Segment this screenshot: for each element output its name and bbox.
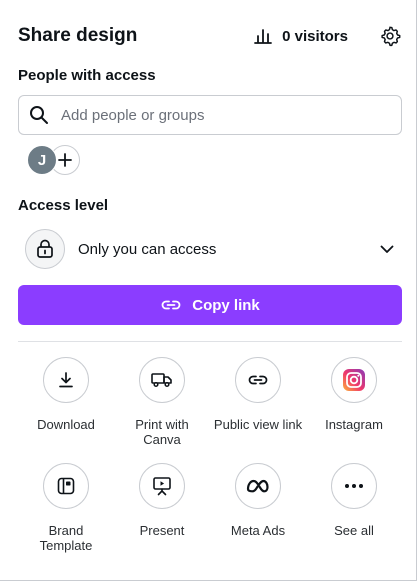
copy-link-label: Copy link: [192, 296, 260, 314]
download-option[interactable]: Download: [18, 357, 114, 432]
see-all-label: See all: [334, 523, 374, 538]
brand-template-label: Brand Template: [39, 523, 93, 553]
public-view-link-option[interactable]: Public view link: [210, 357, 306, 432]
meta-ads-label: Meta Ads: [230, 523, 286, 538]
link-icon: [161, 300, 181, 310]
download-label: Download: [37, 417, 95, 432]
lock-icon: [25, 229, 65, 269]
link-icon: [235, 357, 281, 403]
divider: [18, 341, 402, 342]
avatar[interactable]: J: [27, 145, 57, 175]
share-panel: Share design 0 visitors People with acce…: [0, 0, 417, 581]
meta-icon: [235, 463, 281, 509]
visitors-counter[interactable]: 0 visitors: [254, 28, 348, 45]
chevron-down-icon: [379, 241, 395, 257]
instagram-label: Instagram: [325, 417, 383, 432]
more-icon: [331, 463, 377, 509]
brand-template-option[interactable]: Brand Template: [18, 463, 114, 553]
gear-icon[interactable]: [378, 24, 402, 48]
print-with-canva-option[interactable]: Print with Canva: [114, 357, 210, 447]
copy-link-button[interactable]: Copy link: [18, 285, 402, 325]
print-with-canva-label: Print with Canva: [135, 417, 189, 447]
present-label: Present: [139, 523, 185, 538]
people-search-box[interactable]: [18, 95, 402, 135]
see-all-option[interactable]: See all: [306, 463, 402, 538]
truck-icon: [139, 357, 185, 403]
people-search-input[interactable]: [59, 105, 363, 125]
meta-ads-option[interactable]: Meta Ads: [210, 463, 306, 538]
download-icon: [43, 357, 89, 403]
visitors-label: 0 visitors: [282, 27, 348, 45]
bar-chart-icon: [254, 29, 273, 44]
collaborator-avatars: J: [27, 145, 87, 175]
panel-title: Share design: [18, 25, 138, 46]
access-level-label: Access level: [18, 197, 109, 214]
instagram-option[interactable]: Instagram: [306, 357, 402, 432]
access-level-value: Only you can access: [78, 240, 217, 258]
present-icon: [139, 463, 185, 509]
access-level-dropdown[interactable]: Only you can access: [25, 229, 395, 269]
plus-icon: [58, 153, 72, 167]
search-icon: [30, 106, 48, 124]
present-option[interactable]: Present: [114, 463, 210, 538]
people-with-access-label: People with access: [18, 67, 156, 84]
public-view-link-label: Public view link: [213, 417, 303, 432]
brand-template-icon: [43, 463, 89, 509]
share-header: Share design 0 visitors: [18, 24, 402, 48]
instagram-icon: [331, 357, 377, 403]
